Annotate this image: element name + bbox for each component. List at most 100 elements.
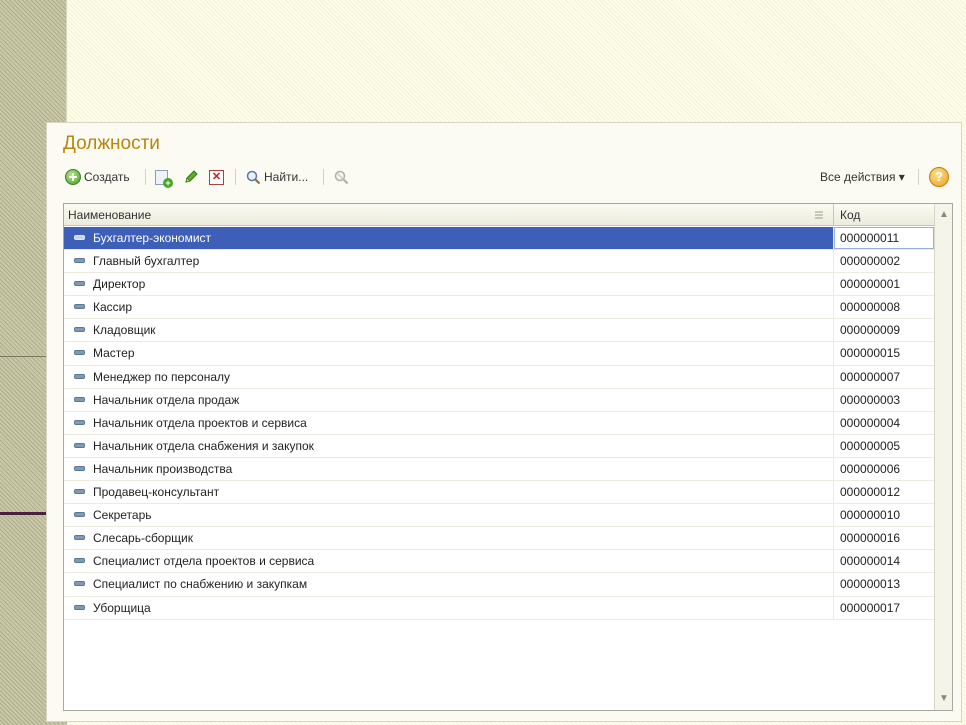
copy-icon: + (155, 169, 173, 188)
row-code: 000000013 (840, 577, 901, 592)
list-item-icon (74, 512, 85, 518)
list-item-icon (74, 235, 85, 240)
table-row[interactable]: Уборщица 000000017 (64, 596, 934, 620)
table-row[interactable]: Начальник отдела продаж 000000003 (64, 388, 934, 412)
row-code: 000000009 (840, 323, 901, 338)
row-code: 000000008 (840, 300, 901, 315)
table-row[interactable]: Кассир 000000008 (64, 296, 934, 320)
row-name: Специалист по снабжению и закупкам (93, 577, 308, 592)
create-button-label: Создать (84, 170, 130, 184)
cell-divider (833, 481, 834, 504)
cell-divider (833, 596, 834, 619)
search-icon (246, 170, 261, 185)
list-item-icon (74, 373, 85, 379)
sort-ascending-icon (815, 211, 823, 219)
find-button-label: Найти... (264, 170, 309, 184)
table-row[interactable]: Продавец-консультант 000000012 (64, 481, 934, 505)
cell-divider (833, 227, 834, 250)
list-item-icon (74, 489, 85, 495)
row-name: Менеджер по персоналу (93, 369, 231, 384)
table-row[interactable]: Главный бухгалтер 000000002 (64, 250, 934, 274)
table-row[interactable]: Бухгалтер-экономист 000000011 (64, 227, 934, 251)
cell-divider (833, 527, 834, 550)
column-header-name[interactable]: Наименование (68, 208, 151, 222)
cell-divider (833, 250, 834, 273)
list-item-icon (74, 396, 85, 402)
find-button[interactable]: Найти... (245, 166, 308, 188)
row-code: 000000004 (840, 415, 901, 430)
table-row[interactable]: Начальник производства 000000006 (64, 457, 934, 482)
list-item-icon (74, 419, 85, 425)
row-name: Начальник отдела снабжения и закупок (93, 438, 314, 453)
column-divider[interactable] (833, 204, 834, 226)
cell-divider (833, 457, 834, 481)
pencil-icon (185, 170, 198, 183)
row-code: 000000017 (840, 600, 901, 615)
create-button[interactable]: Создать (65, 166, 130, 188)
row-code: 000000002 (840, 254, 901, 269)
list-item-icon (74, 604, 85, 610)
row-name: Секретарь (93, 508, 152, 523)
copy-button[interactable]: + (155, 166, 173, 188)
slide-divider-dark (0, 512, 48, 515)
list-item-icon (74, 558, 85, 564)
table-row[interactable]: Директор 000000001 (64, 273, 934, 297)
cell-divider (833, 296, 834, 319)
table-row[interactable]: Секретарь 000000010 (64, 504, 934, 528)
toolbar-separator (145, 169, 146, 185)
table-row[interactable]: Специалист отдела проектов и сервиса 0000… (64, 550, 934, 574)
cancel-search-icon (334, 170, 349, 185)
table-header: Наименование Код (64, 204, 934, 226)
row-name: Кладовщик (93, 323, 156, 338)
table-body: Бухгалтер-экономист 000000011 Главный бухг… (64, 227, 934, 620)
positions-table: Наименование Код Бухгалтер-экономист 0000… (63, 203, 953, 711)
list-item-icon (74, 304, 85, 310)
all-actions-menu[interactable]: Все действия ▾ (820, 166, 905, 188)
delete-button[interactable]: ✕ (209, 166, 224, 188)
row-code: 000000001 (840, 277, 901, 292)
row-code: 000000003 (840, 392, 901, 407)
cell-divider (833, 504, 834, 527)
cell-divider (833, 365, 834, 388)
page-title: Должности (63, 133, 160, 154)
table-row[interactable]: Начальник отдела снабжения и закупок 0000… (64, 434, 934, 458)
scroll-down-icon[interactable]: ▼ (935, 690, 952, 708)
list-item-icon (74, 258, 85, 264)
list-item-icon (74, 535, 85, 541)
list-item-icon (74, 581, 85, 587)
cell-divider (833, 550, 834, 573)
list-item-icon (74, 281, 85, 287)
help-button[interactable]: ? (929, 166, 949, 188)
table-row[interactable]: Слесарь-сборщик 000000016 (64, 527, 934, 551)
toolbar: Создать + ✕ Найти... Все действия ▾ ? (65, 166, 955, 188)
row-code: 000000016 (840, 531, 901, 546)
table-row[interactable]: Начальник отдела проектов и сервиса 00000… (64, 411, 934, 435)
row-code: 000000012 (840, 485, 901, 500)
row-name: Главный бухгалтер (93, 254, 200, 269)
vertical-scrollbar[interactable]: ▲ ▼ (934, 204, 952, 710)
delete-icon: ✕ (209, 169, 224, 185)
row-code: 000000011 (840, 231, 900, 245)
cell-divider (833, 573, 834, 596)
edit-button[interactable] (183, 166, 199, 188)
slide-frame (66, 0, 966, 122)
row-name: Мастер (93, 346, 135, 361)
positions-list-window: Должности Создать + ✕ Найти... Все дейст… (46, 122, 962, 722)
table-row[interactable]: Менеджер по персоналу 000000007 (64, 365, 934, 389)
cancel-search-button[interactable] (333, 166, 349, 188)
list-item-icon (74, 327, 85, 333)
table-row[interactable]: Кладовщик 000000009 (64, 319, 934, 343)
table-row[interactable]: Специалист по снабжению и закупкам 000000… (64, 573, 934, 597)
column-header-code[interactable]: Код (840, 208, 860, 222)
row-code: 000000015 (840, 346, 901, 361)
row-code: 000000007 (840, 369, 901, 384)
table-row[interactable]: Мастер 000000015 (64, 342, 934, 366)
slide-divider (0, 356, 48, 357)
scroll-up-icon[interactable]: ▲ (935, 206, 952, 224)
row-code: 000000014 (840, 554, 901, 569)
cell-divider (833, 434, 834, 457)
list-item-icon (74, 465, 85, 471)
row-code: 000000005 (840, 438, 901, 453)
row-name: Специалист отдела проектов и сервиса (93, 554, 315, 569)
row-name: Начальник отдела проектов и сервиса (93, 415, 307, 430)
